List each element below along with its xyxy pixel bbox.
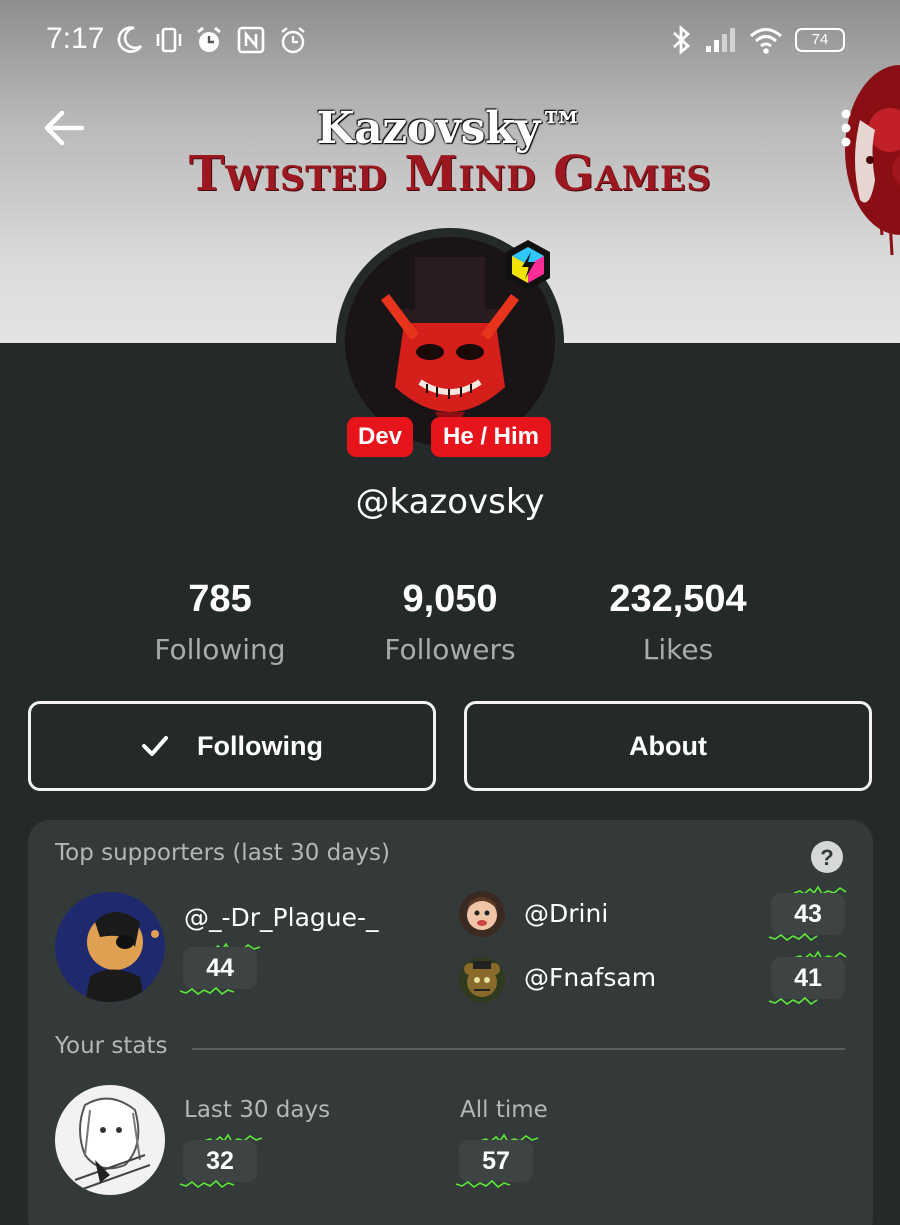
banner-art-image <box>845 65 900 256</box>
pronouns-tag: He / Him <box>431 417 551 457</box>
status-bar: 7:17 74 <box>0 0 900 80</box>
supporter-name-fnafsam[interactable]: @Fnafsam <box>524 963 656 992</box>
supporter-avatar-drini[interactable] <box>459 891 505 937</box>
nfc-icon <box>237 26 265 54</box>
stat-likes-label: Likes <box>642 633 714 666</box>
supporter-avatar-fnafsam[interactable] <box>459 957 505 1003</box>
about-button[interactable]: About <box>464 701 872 791</box>
dev-tag: Dev <box>347 417 413 457</box>
stat-likes: 232,504 Likes <box>558 578 798 666</box>
signal-icon <box>706 28 735 52</box>
stat-following-label: Following <box>154 633 286 666</box>
profile-handle: @kazovsky <box>355 482 545 522</box>
supporter-score-drini: 43 <box>771 893 845 935</box>
stat-following-value: 785 <box>188 578 252 620</box>
moon-icon <box>117 26 143 53</box>
last-30-days-value: 32 <box>183 1140 257 1182</box>
stat-followers-label: Followers <box>384 633 516 666</box>
sparkle-decoration-icon <box>768 996 818 1006</box>
status-time: 7:17 <box>46 22 105 55</box>
supporter-score-fnafsam: 41 <box>771 957 845 999</box>
top-supporter-avatar[interactable] <box>55 892 165 1002</box>
supporter-name-drini[interactable]: @Drini <box>524 899 608 928</box>
alarm-icon <box>197 26 221 52</box>
creator-badge-icon <box>506 240 550 290</box>
stat-likes-value: 232,504 <box>609 578 747 620</box>
your-stats-title: Your stats <box>55 1033 168 1059</box>
all-time-label: All time <box>460 1097 548 1123</box>
about-button-label: About <box>629 730 707 761</box>
back-arrow-icon[interactable] <box>40 106 88 150</box>
top-supporter-name[interactable]: @_-Dr_Plague-_ <box>184 903 379 932</box>
top-supporter-score: 44 <box>183 947 257 989</box>
stat-following[interactable]: 785 Following <box>100 578 340 666</box>
sparkle-decoration-icon <box>455 1179 511 1189</box>
bluetooth-icon <box>673 24 691 56</box>
help-icon[interactable]: ? <box>810 840 844 874</box>
banner-subtitle: Twisted Mind Games <box>188 146 712 202</box>
vibrate-icon <box>156 27 182 53</box>
alarm-outline-icon <box>281 27 305 54</box>
following-button[interactable]: Following <box>28 701 436 791</box>
more-options-icon[interactable] <box>832 106 860 150</box>
divider <box>192 1048 845 1050</box>
checkmark-icon <box>142 736 168 756</box>
sparkle-decoration-icon <box>768 932 818 942</box>
sparkle-decoration-icon <box>179 1179 235 1189</box>
svg-text:?: ? <box>820 845 833 870</box>
battery-indicator: 74 <box>795 28 845 52</box>
supporters-title: Top supporters (last 30 days) <box>55 840 390 866</box>
sparkle-decoration-icon <box>179 986 235 996</box>
my-avatar[interactable] <box>55 1085 165 1195</box>
wifi-icon <box>750 28 782 54</box>
stat-followers-value: 9,050 <box>402 578 498 620</box>
following-button-label: Following <box>197 730 323 761</box>
stat-followers[interactable]: 9,050 Followers <box>330 578 570 666</box>
all-time-value: 57 <box>459 1140 533 1182</box>
last-30-days-label: Last 30 days <box>184 1097 331 1123</box>
